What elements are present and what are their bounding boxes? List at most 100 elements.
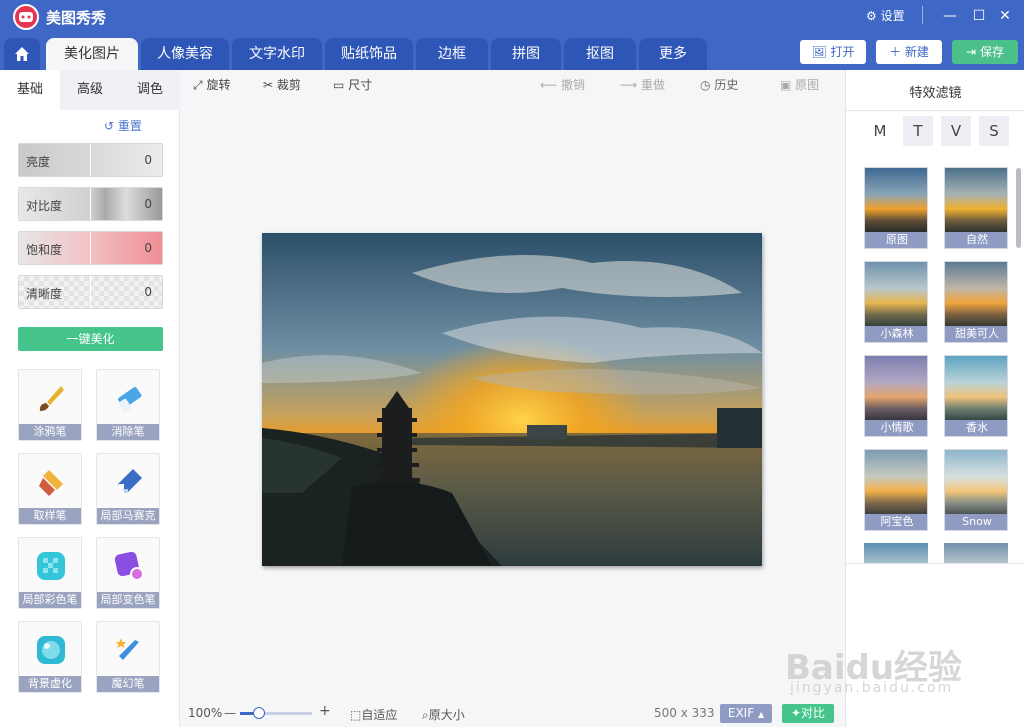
zoom-in-button[interactable]: + xyxy=(319,703,331,719)
slider-label: 亮度 xyxy=(26,155,51,169)
filter-partial-thumbnail[interactable] xyxy=(864,543,928,563)
rotate-button[interactable]: ⤢ 旋转 xyxy=(193,76,230,93)
recolor-pen-tool[interactable]: 局部变色笔 xyxy=(96,537,160,609)
tab-beautify[interactable]: 美化图片 xyxy=(46,38,138,70)
filter-label: 自然 xyxy=(945,232,1007,248)
sample-pen-tool[interactable]: 取样笔 xyxy=(18,453,82,525)
zoom-slider-handle[interactable] xyxy=(253,707,265,719)
filter-panel-title: 特效滤镜 xyxy=(909,86,962,101)
filter-scrollbar[interactable] xyxy=(1016,168,1021,248)
saturation-slider[interactable]: 饱和度 0 xyxy=(18,231,163,265)
size-label: 尺寸 xyxy=(348,78,373,92)
zoom-out-button[interactable]: — xyxy=(224,706,236,720)
background-blur-tool[interactable]: 背景虚化 xyxy=(18,621,82,693)
subtab-advanced[interactable]: 高级 xyxy=(60,70,120,110)
filter-abao[interactable]: 阿宝色 xyxy=(864,449,928,531)
compare-label: 对比 xyxy=(801,706,826,720)
filter-category-v[interactable]: V xyxy=(941,116,971,146)
magic-wand-icon xyxy=(113,634,145,666)
crop-label: 裁剪 xyxy=(276,78,301,92)
subtab-basic[interactable]: 基础 xyxy=(0,70,60,110)
tool-label: 局部马赛克 xyxy=(97,508,159,524)
title-divider xyxy=(846,110,1024,111)
arrow-right-icon: ⟶ xyxy=(620,78,638,92)
filter-original[interactable]: 原图 xyxy=(864,167,928,249)
filter-love-song[interactable]: 小情歌 xyxy=(864,355,928,437)
magic-pen-tool[interactable]: 魔幻笔 xyxy=(96,621,160,693)
slider-value: 0 xyxy=(144,285,152,299)
new-label: 新建 xyxy=(904,45,929,59)
doodle-pen-tool[interactable]: 涂鸦笔 xyxy=(18,369,82,441)
gear-icon: ⚙ xyxy=(866,9,877,23)
tool-label: 消除笔 xyxy=(97,424,159,440)
maximize-button[interactable]: ☐ xyxy=(969,6,989,26)
app-title: 美图秀秀 xyxy=(46,9,107,27)
slider-handle[interactable] xyxy=(90,144,91,176)
size-button[interactable]: ▭ 尺寸 xyxy=(333,76,372,93)
tab-portrait[interactable]: 人像美容 xyxy=(141,38,229,70)
filter-thumbnail xyxy=(945,168,1007,234)
filter-category-t[interactable]: T xyxy=(903,116,933,146)
tab-more[interactable]: 更多 xyxy=(639,38,707,70)
image-icon: 🖼 xyxy=(811,45,827,59)
settings-button[interactable]: ⚙ 设置 xyxy=(866,7,905,24)
meitu-logo-icon xyxy=(19,12,33,22)
actual-size-button[interactable]: ⌕原大小 xyxy=(422,706,465,723)
minimize-button[interactable]: — xyxy=(940,6,960,26)
filter-category-s[interactable]: S xyxy=(979,116,1009,146)
tab-cutout[interactable]: 抠图 xyxy=(564,38,636,70)
slider-handle[interactable] xyxy=(90,232,91,264)
filter-snow[interactable]: Snow xyxy=(944,449,1008,531)
save-button[interactable]: ⇥ 保存 xyxy=(952,40,1018,64)
filter-perfume[interactable]: 香水 xyxy=(944,355,1008,437)
slider-value: 0 xyxy=(144,153,152,167)
history-button[interactable]: ◷ 历史 xyxy=(700,76,738,93)
contrast-slider[interactable]: 对比度 0 xyxy=(18,187,163,221)
filter-thumbnail xyxy=(945,450,1007,516)
reset-button[interactable]: ↺ 重置 xyxy=(104,117,142,134)
slider-handle[interactable] xyxy=(90,188,91,220)
image-dimensions: 500 x 333 xyxy=(654,706,715,720)
mosaic-pen-tool[interactable]: 局部马赛克 xyxy=(96,453,160,525)
filter-little-forest[interactable]: 小森林 xyxy=(864,261,928,343)
fit-button[interactable]: ⬚自适应 xyxy=(350,706,397,723)
filter-category-m[interactable]: M xyxy=(865,116,895,146)
magnifier-icon: ⌕ xyxy=(422,708,429,722)
filter-thumbnail xyxy=(865,168,927,234)
filter-partial-thumbnail[interactable] xyxy=(944,543,1008,563)
open-button[interactable]: 🖼 打开 xyxy=(800,40,866,64)
rotate-icon: ⤢ xyxy=(193,78,203,92)
filter-natural[interactable]: 自然 xyxy=(944,167,1008,249)
zoom-slider[interactable] xyxy=(240,707,312,719)
undo-button[interactable]: ⟵ 撤销 xyxy=(540,76,585,93)
close-button[interactable]: ✕ xyxy=(995,6,1015,26)
crop-button[interactable]: ✂ 裁剪 xyxy=(263,76,301,93)
edited-photo[interactable] xyxy=(262,233,762,566)
compare-button[interactable]: ✦对比 xyxy=(782,704,834,723)
filter-label: 香水 xyxy=(945,420,1007,436)
new-button[interactable]: ＋ 新建 xyxy=(876,40,942,64)
eraser-pen-tool[interactable]: 消除笔 xyxy=(96,369,160,441)
save-label: 保存 xyxy=(979,45,1004,59)
tab-text[interactable]: 文字水印 xyxy=(232,38,322,70)
slider-handle[interactable] xyxy=(90,276,91,308)
original-button[interactable]: ▣ 原图 xyxy=(780,76,819,93)
color-pen-tool[interactable]: 局部彩色笔 xyxy=(18,537,82,609)
tab-sticker[interactable]: 贴纸饰品 xyxy=(325,38,413,70)
brightness-slider[interactable]: 亮度 0 xyxy=(18,143,163,177)
undo-icon: ↺ xyxy=(104,119,115,133)
exif-button[interactable]: EXIF ▲ xyxy=(720,704,772,723)
color-pen-icon xyxy=(35,550,67,582)
filter-label: 小森林 xyxy=(865,326,927,342)
clarity-slider[interactable]: 清晰度 0 xyxy=(18,275,163,309)
redo-button[interactable]: ⟶ 重做 xyxy=(620,76,665,93)
left-panel: 基础 高级 调色 ↺ 重置 亮度 0 对比度 0 饱和度 0 清晰度 0 一键美… xyxy=(0,70,180,727)
tab-collage[interactable]: 拼图 xyxy=(491,38,561,70)
home-tab[interactable] xyxy=(4,38,40,70)
filter-sweet[interactable]: 甜美可人 xyxy=(944,261,1008,343)
undo-label: 撤销 xyxy=(561,78,586,92)
mosaic-pen-icon xyxy=(113,466,145,498)
one-key-beautify-button[interactable]: 一键美化 xyxy=(18,327,163,351)
tab-border[interactable]: 边框 xyxy=(416,38,488,70)
subtab-color[interactable]: 调色 xyxy=(120,70,180,110)
